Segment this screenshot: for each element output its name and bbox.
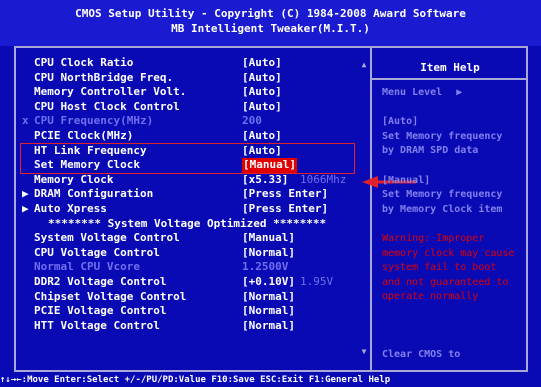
- menu-label: Auto Xpress: [34, 201, 107, 215]
- menu-row-ddr2-voltage-control[interactable]: DDR2 Voltage Control [+0.10V] 1.95V: [20, 275, 360, 290]
- menu-row-htt-voltage-control[interactable]: HTT Voltage Control [Normal]: [20, 319, 360, 334]
- menu-label: DRAM Configuration: [34, 187, 154, 201]
- help-auto-line1: Set Memory frequency: [382, 130, 503, 142]
- menu-row-system-voltage-control[interactable]: System Voltage Control [Manual]: [20, 231, 360, 246]
- disabled-marker: x: [22, 114, 29, 128]
- help-warning-line: operate normally: [382, 291, 479, 303]
- help-warning-line: Warning: Improper: [382, 232, 485, 244]
- menu-label: Chipset Voltage Control: [34, 289, 187, 303]
- menu-row-normal-cpu-vcore: Normal CPU Vcore 1.2500V: [20, 260, 360, 275]
- menu-row-dram-configuration[interactable]: ▶ DRAM Configuration [Press Enter]: [20, 187, 360, 202]
- help-manual-title: [Manual]: [382, 174, 431, 186]
- help-separator: [372, 78, 528, 80]
- help-warning-line: memory clock may cause: [382, 247, 515, 259]
- menu-level-label: Menu Level: [382, 87, 443, 98]
- menu-label: Memory Controller Volt.: [34, 85, 187, 99]
- menu-row-auto-xpress[interactable]: ▶ Auto Xpress [Press Enter]: [20, 202, 360, 217]
- submenu-arrow-icon: ▶: [22, 187, 29, 201]
- help-auto-title: [Auto]: [382, 116, 419, 128]
- annotation-highlight-box: [20, 143, 355, 174]
- menu-value[interactable]: [Auto]: [242, 85, 282, 100]
- menu-value: 200: [242, 114, 262, 128]
- menu-label: HTT Voltage Control: [34, 318, 160, 332]
- help-spacer: [374, 217, 526, 232]
- menu-label: Memory Clock: [34, 172, 114, 186]
- title-line-2: MB Intelligent Tweaker(M.I.T.): [171, 22, 370, 35]
- menu-value: 1.2500V: [242, 260, 289, 274]
- panel-divider: [370, 46, 372, 372]
- menu-row-memory-controller-volt[interactable]: Memory Controller Volt. [Auto]: [20, 85, 360, 100]
- title-line-1: CMOS Setup Utility - Copyright (C) 1984-…: [75, 7, 466, 20]
- menu-row-cpu-voltage-control[interactable]: CPU Voltage Control [Normal]: [20, 246, 360, 261]
- status-bar: ↑↓→←:Move Enter:Select +/-/PU/PD:Value F…: [0, 375, 391, 385]
- help-manual-line2: by Memory Clock item: [382, 203, 503, 215]
- help-clear-cmos: Clear CMOS to: [382, 349, 461, 360]
- menu-value[interactable]: [Normal]: [242, 246, 295, 261]
- scroll-up-icon[interactable]: ▲: [360, 60, 368, 69]
- menu-value[interactable]: [Auto]: [242, 129, 282, 144]
- memory-clock-readout: 1066Mhz: [300, 172, 347, 186]
- menu-label: PCIE Voltage Control: [34, 304, 167, 318]
- menu-value[interactable]: [Normal]: [242, 304, 295, 319]
- menu-value[interactable]: [+0.10V]: [242, 275, 295, 290]
- menu-label: DDR2 Voltage Control: [34, 274, 167, 288]
- ddr2-voltage-readout: 1.95V: [300, 274, 334, 288]
- menu-value[interactable]: [Normal]: [242, 319, 295, 334]
- menu-value[interactable]: [Press Enter]: [242, 202, 328, 217]
- settings-menu: CPU Clock Ratio [Auto] CPU NorthBridge F…: [20, 56, 360, 333]
- menu-label: CPU Voltage Control: [34, 245, 160, 259]
- help-spacer: [374, 159, 526, 174]
- menu-value[interactable]: [Auto]: [242, 100, 282, 115]
- section-title: ******** System Voltage Optimized ******…: [48, 216, 327, 230]
- menu-row-pcie-clock[interactable]: PCIE Clock(MHz) [Auto]: [20, 129, 360, 144]
- menu-label: CPU Frequency(MHz): [34, 114, 154, 128]
- menu-row-pcie-voltage-control[interactable]: PCIE Voltage Control [Normal]: [20, 304, 360, 319]
- menu-value[interactable]: [Press Enter]: [242, 187, 328, 202]
- menu-label: PCIE Clock(MHz): [34, 128, 134, 142]
- menu-row-cpu-host-clock-control[interactable]: CPU Host Clock Control [Auto]: [20, 100, 360, 115]
- menu-label: CPU Host Clock Control: [34, 99, 180, 113]
- menu-row-chipset-voltage-control[interactable]: Chipset Voltage Control [Normal]: [20, 290, 360, 305]
- menu-row-cpu-clock-ratio[interactable]: CPU Clock Ratio [Auto]: [20, 56, 360, 71]
- item-help-title: Item Help: [420, 61, 480, 74]
- menu-label: System Voltage Control: [34, 231, 180, 245]
- help-warning-line: system fail to boot: [382, 262, 497, 274]
- menu-value[interactable]: [Manual]: [242, 231, 295, 246]
- menu-value[interactable]: [Auto]: [242, 71, 282, 86]
- menu-level-line: Menu Level ▶: [374, 86, 526, 101]
- help-spacer: [374, 101, 526, 116]
- menu-level-arrow-icon: ▶: [456, 87, 463, 98]
- menu-label: Normal CPU Vcore: [34, 260, 140, 274]
- menu-label: CPU Clock Ratio: [34, 56, 134, 69]
- submenu-arrow-icon: ▶: [22, 201, 29, 215]
- scroll-down-icon[interactable]: ▼: [360, 347, 368, 356]
- help-warning-line: and not guaranteed to: [382, 276, 509, 288]
- menu-label: CPU NorthBridge Freq.: [34, 70, 174, 84]
- item-help-panel: Item Help Menu Level ▶ [Auto] Set Memory…: [372, 58, 528, 360]
- menu-row-cpu-frequency: x CPU Frequency(MHz) 200: [20, 114, 360, 129]
- title-bar: CMOS Setup Utility - Copyright (C) 1984-…: [0, 0, 541, 46]
- menu-value[interactable]: [Auto]: [242, 56, 282, 71]
- section-header-voltage: ******** System Voltage Optimized ******…: [20, 217, 360, 232]
- menu-row-memory-clock[interactable]: Memory Clock [x5.33] 1066Mhz: [20, 173, 360, 188]
- scrollbar[interactable]: ▲ ▼: [360, 60, 368, 356]
- menu-value[interactable]: [x5.33]: [242, 173, 288, 188]
- menu-value[interactable]: [Normal]: [242, 290, 295, 305]
- menu-row-cpu-northbridge-freq[interactable]: CPU NorthBridge Freq. [Auto]: [20, 71, 360, 86]
- help-manual-line1: Set Memory frequency: [382, 189, 503, 201]
- help-auto-line2: by DRAM SPD data: [382, 145, 479, 157]
